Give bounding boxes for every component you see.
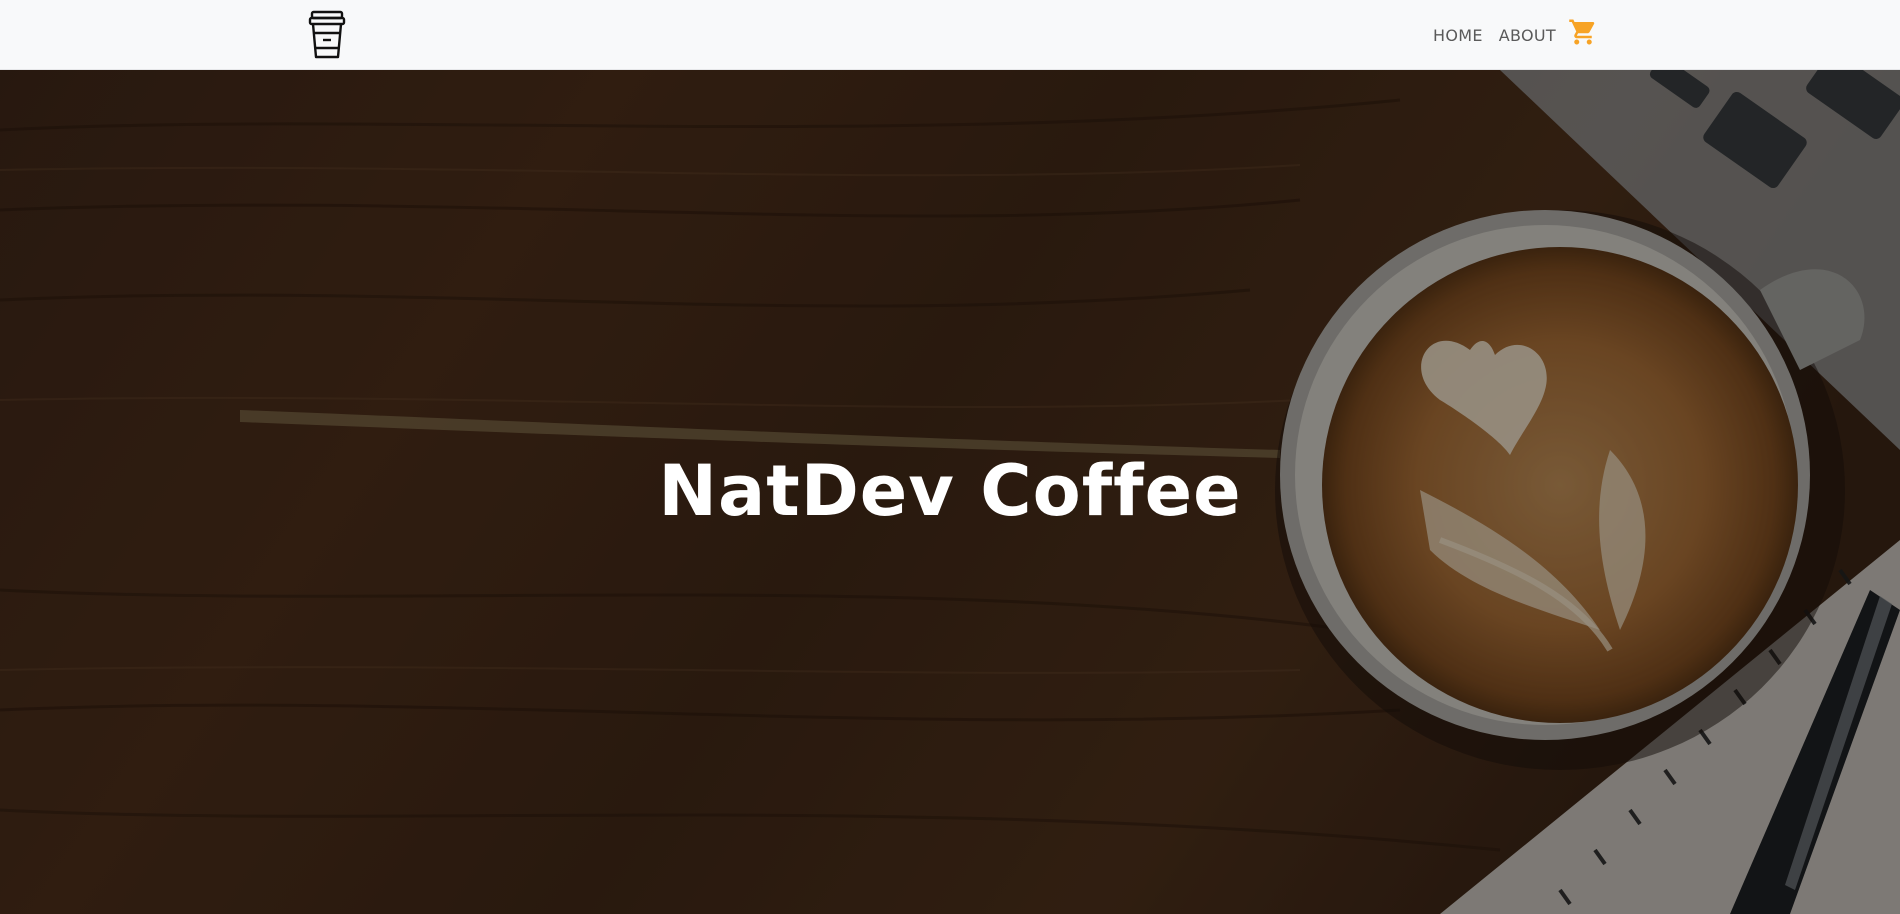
shopping-cart-icon[interactable]: [1568, 17, 1598, 47]
coffee-cup-icon[interactable]: [308, 10, 346, 60]
hero-title: NatDev Coffee: [658, 450, 1242, 532]
nav-link-about[interactable]: ABOUT: [1499, 26, 1556, 45]
nav-link-home[interactable]: HOME: [1433, 26, 1483, 45]
navbar: HOME ABOUT: [0, 0, 1900, 70]
nav-links: HOME ABOUT: [1433, 0, 1598, 70]
hero-section: NatDev Coffee: [0, 70, 1900, 914]
